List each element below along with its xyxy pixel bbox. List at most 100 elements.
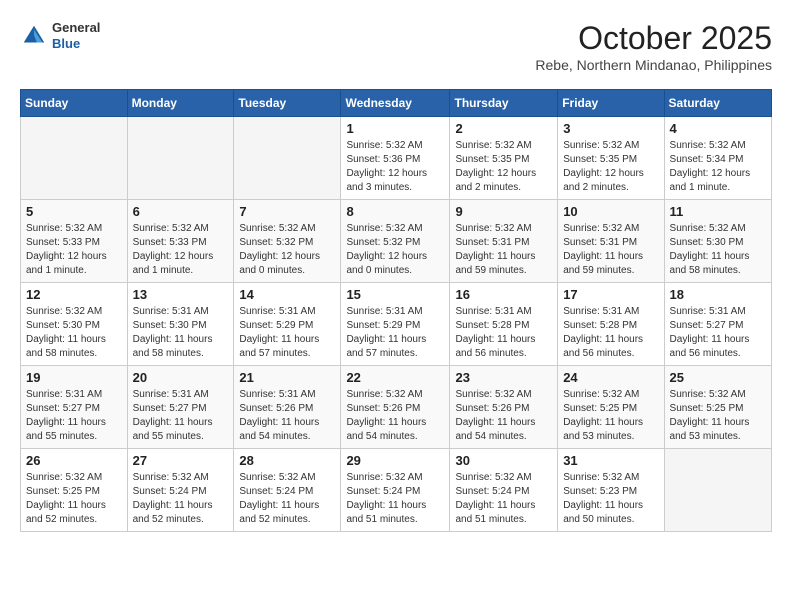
day-info: Sunrise: 5:32 AM Sunset: 5:24 PM Dayligh… <box>346 471 444 527</box>
day-number: 8 <box>346 204 444 219</box>
day-info: Sunrise: 5:31 AM Sunset: 5:29 PM Dayligh… <box>346 305 444 361</box>
day-number: 4 <box>670 121 766 136</box>
logo-text: General Blue <box>52 20 100 51</box>
calendar-cell <box>234 117 341 200</box>
day-number: 13 <box>133 287 229 302</box>
day-number: 25 <box>670 370 766 385</box>
location-subtitle: Rebe, Northern Mindanao, Philippines <box>535 57 772 73</box>
calendar-cell: 22 Sunrise: 5:32 AM Sunset: 5:26 PM Dayli… <box>341 366 450 449</box>
calendar-week-row: 1 Sunrise: 5:32 AM Sunset: 5:36 PM Daylig… <box>21 117 772 200</box>
day-number: 11 <box>670 204 766 219</box>
day-number: 6 <box>133 204 229 219</box>
calendar-cell: 18 Sunrise: 5:31 AM Sunset: 5:27 PM Dayli… <box>664 283 771 366</box>
day-number: 18 <box>670 287 766 302</box>
calendar-cell: 23Sunrise: 5:32 AM Sunset: 5:26 PM Dayli… <box>450 366 558 449</box>
weekday-header-wednesday: Wednesday <box>341 90 450 117</box>
calendar-cell: 19Sunrise: 5:31 AM Sunset: 5:27 PM Dayli… <box>21 366 128 449</box>
day-number: 16 <box>455 287 552 302</box>
weekday-header-friday: Friday <box>558 90 664 117</box>
day-info: Sunrise: 5:31 AM Sunset: 5:29 PM Dayligh… <box>239 305 335 361</box>
calendar-cell <box>664 449 771 532</box>
calendar-cell: 6 Sunrise: 5:32 AM Sunset: 5:33 PM Daylig… <box>127 200 234 283</box>
calendar-cell: 30 Sunrise: 5:32 AM Sunset: 5:24 PM Dayli… <box>450 449 558 532</box>
logo: General Blue <box>20 20 100 51</box>
calendar-cell: 3 Sunrise: 5:32 AM Sunset: 5:35 PM Daylig… <box>558 117 664 200</box>
calendar-cell: 26Sunrise: 5:32 AM Sunset: 5:25 PM Dayli… <box>21 449 128 532</box>
day-number: 9 <box>455 204 552 219</box>
weekday-header-row: SundayMondayTuesdayWednesdayThursdayFrid… <box>21 90 772 117</box>
day-info: Sunrise: 5:32 AM Sunset: 5:24 PM Dayligh… <box>133 471 229 527</box>
logo-blue-text: Blue <box>52 36 100 52</box>
calendar-cell: 8 Sunrise: 5:32 AM Sunset: 5:32 PM Daylig… <box>341 200 450 283</box>
calendar-cell: 4 Sunrise: 5:32 AM Sunset: 5:34 PM Daylig… <box>664 117 771 200</box>
weekday-header-thursday: Thursday <box>450 90 558 117</box>
day-info: Sunrise: 5:32 AM Sunset: 5:23 PM Dayligh… <box>563 471 658 527</box>
day-number: 28 <box>239 453 335 468</box>
calendar-cell: 12Sunrise: 5:32 AM Sunset: 5:30 PM Dayli… <box>21 283 128 366</box>
day-number: 31 <box>563 453 658 468</box>
day-number: 1 <box>346 121 444 136</box>
calendar-cell <box>21 117 128 200</box>
day-info: Sunrise: 5:32 AM Sunset: 5:31 PM Dayligh… <box>455 222 552 278</box>
calendar-week-row: 19 Sunrise: 5:31 AM Sunset: 5:27 PM Dayli… <box>21 366 772 449</box>
day-number: 22 <box>346 370 444 385</box>
day-info: Sunrise: 5:32 AM Sunset: 5:34 PM Dayligh… <box>670 139 766 195</box>
logo-general-text: General <box>52 20 100 36</box>
day-info: Sunrise: 5:32 AM Sunset: 5:35 PM Dayligh… <box>455 139 552 195</box>
day-number: 24 <box>563 370 658 385</box>
day-number: 19 <box>26 370 122 385</box>
day-number: 10 <box>563 204 658 219</box>
day-number: 14 <box>239 287 335 302</box>
day-info: Sunrise: 5:32 AM Sunset: 5:32 PM Dayligh… <box>239 222 335 278</box>
calendar-cell: 9 Sunrise: 5:32 AM Sunset: 5:31 PM Daylig… <box>450 200 558 283</box>
weekday-header-saturday: Saturday <box>664 90 771 117</box>
weekday-header-tuesday: Tuesday <box>234 90 341 117</box>
day-info: Sunrise: 5:32 AM Sunset: 5:30 PM Dayligh… <box>26 305 122 361</box>
calendar-week-row: 5Sunrise: 5:32 AM Sunset: 5:33 PM Daylig… <box>21 200 772 283</box>
calendar-cell: 14 Sunrise: 5:31 AM Sunset: 5:29 PM Dayli… <box>234 283 341 366</box>
day-info: Sunrise: 5:31 AM Sunset: 5:30 PM Dayligh… <box>133 305 229 361</box>
calendar-cell: 16Sunrise: 5:31 AM Sunset: 5:28 PM Dayli… <box>450 283 558 366</box>
day-info: Sunrise: 5:32 AM Sunset: 5:35 PM Dayligh… <box>563 139 658 195</box>
day-info: Sunrise: 5:31 AM Sunset: 5:27 PM Dayligh… <box>133 388 229 444</box>
calendar-table: SundayMondayTuesdayWednesdayThursdayFrid… <box>20 89 772 532</box>
day-info: Sunrise: 5:32 AM Sunset: 5:26 PM Dayligh… <box>455 388 552 444</box>
day-number: 15 <box>346 287 444 302</box>
calendar-cell: 20Sunrise: 5:31 AM Sunset: 5:27 PM Dayli… <box>127 366 234 449</box>
day-number: 2 <box>455 121 552 136</box>
calendar-cell: 21 Sunrise: 5:31 AM Sunset: 5:26 PM Dayli… <box>234 366 341 449</box>
calendar-cell: 10 Sunrise: 5:32 AM Sunset: 5:31 PM Dayli… <box>558 200 664 283</box>
calendar-cell: 2 Sunrise: 5:32 AM Sunset: 5:35 PM Daylig… <box>450 117 558 200</box>
calendar-cell: 5Sunrise: 5:32 AM Sunset: 5:33 PM Daylig… <box>21 200 128 283</box>
day-number: 30 <box>455 453 552 468</box>
day-number: 21 <box>239 370 335 385</box>
calendar-cell: 13 Sunrise: 5:31 AM Sunset: 5:30 PM Dayli… <box>127 283 234 366</box>
calendar-cell: 27Sunrise: 5:32 AM Sunset: 5:24 PM Dayli… <box>127 449 234 532</box>
day-number: 26 <box>26 453 122 468</box>
calendar-cell: 1 Sunrise: 5:32 AM Sunset: 5:36 PM Daylig… <box>341 117 450 200</box>
day-number: 17 <box>563 287 658 302</box>
day-info: Sunrise: 5:32 AM Sunset: 5:24 PM Dayligh… <box>455 471 552 527</box>
calendar-cell: 31 Sunrise: 5:32 AM Sunset: 5:23 PM Dayli… <box>558 449 664 532</box>
calendar-cell: 15 Sunrise: 5:31 AM Sunset: 5:29 PM Dayli… <box>341 283 450 366</box>
day-info: Sunrise: 5:32 AM Sunset: 5:36 PM Dayligh… <box>346 139 444 195</box>
day-number: 3 <box>563 121 658 136</box>
calendar-cell: 7 Sunrise: 5:32 AM Sunset: 5:32 PM Daylig… <box>234 200 341 283</box>
day-info: Sunrise: 5:32 AM Sunset: 5:30 PM Dayligh… <box>670 222 766 278</box>
calendar-cell: 28Sunrise: 5:32 AM Sunset: 5:24 PM Dayli… <box>234 449 341 532</box>
day-info: Sunrise: 5:32 AM Sunset: 5:26 PM Dayligh… <box>346 388 444 444</box>
calendar-week-row: 26Sunrise: 5:32 AM Sunset: 5:25 PM Dayli… <box>21 449 772 532</box>
day-info: Sunrise: 5:31 AM Sunset: 5:26 PM Dayligh… <box>239 388 335 444</box>
day-info: Sunrise: 5:32 AM Sunset: 5:33 PM Dayligh… <box>26 222 122 278</box>
day-info: Sunrise: 5:32 AM Sunset: 5:33 PM Dayligh… <box>133 222 229 278</box>
day-info: Sunrise: 5:31 AM Sunset: 5:28 PM Dayligh… <box>563 305 658 361</box>
day-info: Sunrise: 5:31 AM Sunset: 5:27 PM Dayligh… <box>670 305 766 361</box>
day-info: Sunrise: 5:32 AM Sunset: 5:31 PM Dayligh… <box>563 222 658 278</box>
calendar-cell: 29Sunrise: 5:32 AM Sunset: 5:24 PM Dayli… <box>341 449 450 532</box>
day-number: 7 <box>239 204 335 219</box>
title-block: October 2025 Rebe, Northern Mindanao, Ph… <box>535 20 772 73</box>
weekday-header-monday: Monday <box>127 90 234 117</box>
logo-icon <box>20 22 48 50</box>
day-info: Sunrise: 5:32 AM Sunset: 5:32 PM Dayligh… <box>346 222 444 278</box>
calendar-week-row: 12Sunrise: 5:32 AM Sunset: 5:30 PM Dayli… <box>21 283 772 366</box>
